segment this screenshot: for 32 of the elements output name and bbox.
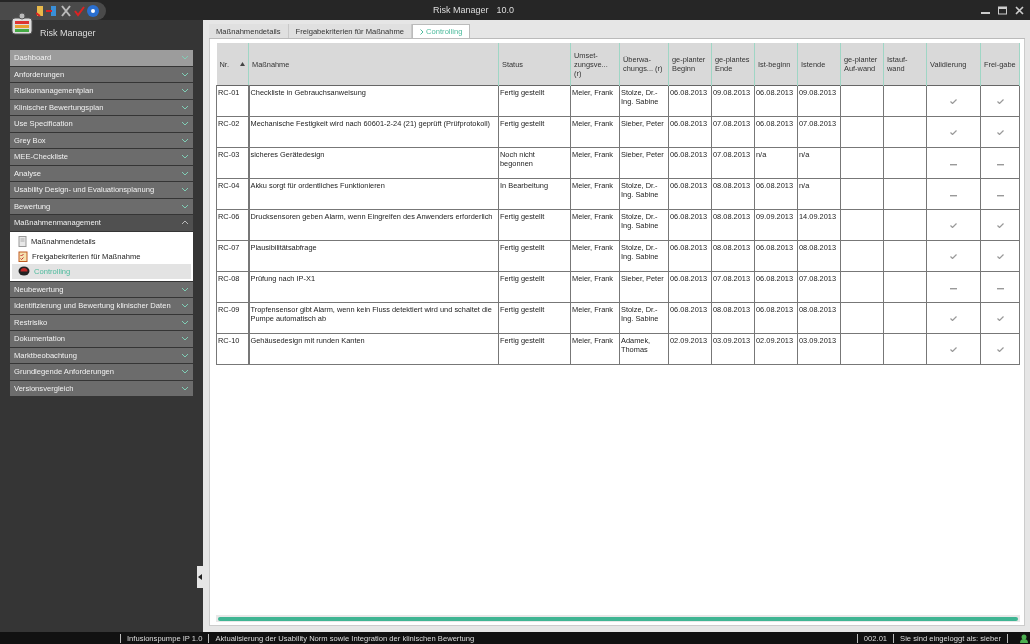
chevron-down-icon xyxy=(181,137,189,143)
chevron-right-icon xyxy=(420,28,425,35)
toolbar-icons-drawing[interactable] xyxy=(36,4,100,18)
maximize-icon[interactable] xyxy=(998,5,1007,15)
chevron-down-icon xyxy=(181,104,189,110)
chevron-down-icon xyxy=(181,88,189,94)
chevron-down-icon xyxy=(181,303,189,309)
chevron-down-icon xyxy=(181,369,189,375)
user-icon xyxy=(1007,633,1030,643)
sort-ascending-icon xyxy=(240,62,245,66)
chevron-down-icon xyxy=(181,187,189,193)
version-label: 10.0 xyxy=(496,5,515,15)
horizontal-scrollbar[interactable] xyxy=(216,615,1020,622)
chevron-down-icon xyxy=(181,55,189,61)
chevron-down-icon xyxy=(181,203,189,209)
chevron-down-icon xyxy=(181,286,189,292)
chevron-down-icon xyxy=(181,336,189,342)
collapse-handle[interactable] xyxy=(197,566,203,588)
chevron-down-icon xyxy=(181,71,189,77)
chevron-down-icon xyxy=(181,352,189,358)
checklist-icon xyxy=(18,250,28,262)
chevron-down-icon xyxy=(181,154,189,160)
app-name: Risk Manager xyxy=(40,28,96,38)
chevron-up-icon xyxy=(181,220,189,226)
close-icon[interactable] xyxy=(1015,5,1024,15)
window-title: Risk Manager xyxy=(432,5,489,15)
chevron-down-icon xyxy=(181,121,189,127)
chevron-down-icon xyxy=(181,170,189,176)
chevron-down-icon xyxy=(181,385,189,391)
gauge-icon xyxy=(18,266,30,276)
chevron-down-icon xyxy=(181,319,189,325)
document-icon xyxy=(18,235,27,247)
